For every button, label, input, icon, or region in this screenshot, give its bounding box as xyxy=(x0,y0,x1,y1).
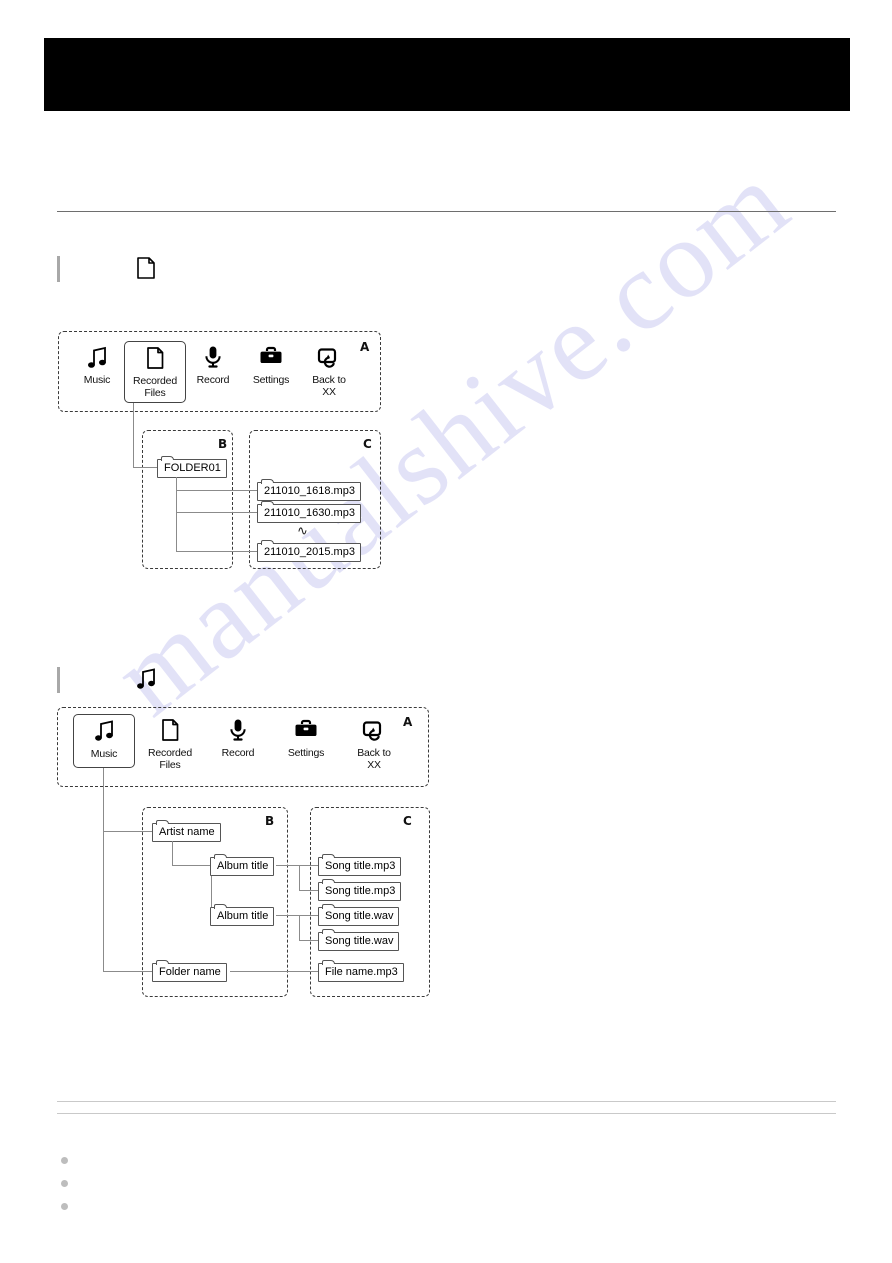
connector xyxy=(172,865,212,867)
document-icon xyxy=(139,718,201,748)
group-c-tag: C xyxy=(403,814,412,828)
album-node-label: Album title xyxy=(217,910,269,922)
connector xyxy=(276,915,320,917)
folder-tab xyxy=(322,879,336,886)
menu-tile-label-line2: Files xyxy=(159,758,181,771)
menu-tile-back-to[interactable]: Back to XX xyxy=(343,718,405,771)
folder-tab xyxy=(214,854,228,861)
toolbox-icon xyxy=(275,718,337,748)
connector xyxy=(276,865,320,867)
menu-tile-settings[interactable]: Settings xyxy=(275,718,337,760)
song-node[interactable]: Song title.mp3 xyxy=(318,854,402,876)
menu-tile-label: Settings xyxy=(287,747,325,759)
divider-bottom-2 xyxy=(57,1113,836,1114)
folder-node[interactable]: Folder name xyxy=(152,960,227,982)
page-root: manualshive.com SONY A xyxy=(0,0,892,1263)
folder-tab xyxy=(322,960,336,967)
bullet-icon xyxy=(61,1157,68,1164)
bullet-icon xyxy=(61,1180,68,1187)
connector xyxy=(172,841,174,866)
diagram-music: A Music Recorded Files Record Settings B… xyxy=(0,0,892,1263)
header-band xyxy=(44,38,850,111)
connector xyxy=(299,940,320,942)
artist-node[interactable]: Artist name xyxy=(152,820,221,842)
menu-tile-music[interactable]: Music xyxy=(73,714,135,768)
file-node[interactable]: File name.mp3 xyxy=(318,960,404,982)
menu-tile-recorded-files[interactable]: Recorded Files xyxy=(139,718,201,771)
song-node[interactable]: Song title.wav xyxy=(318,904,400,926)
music-note-icon xyxy=(74,719,134,749)
menu-tile-label-line2: XX xyxy=(367,758,381,771)
connector xyxy=(103,768,105,972)
group-b-tag: B xyxy=(265,814,275,828)
menu-tile-label: Record xyxy=(221,747,255,759)
folder-tab xyxy=(322,854,336,861)
divider-bottom-1 xyxy=(57,1101,836,1102)
folder-node-label: Folder name xyxy=(159,966,221,978)
connector xyxy=(299,890,320,892)
file-node-label: File name.mp3 xyxy=(325,966,398,978)
folder-tab xyxy=(322,904,336,911)
connector xyxy=(299,865,301,891)
album-node-label: Album title xyxy=(217,860,269,872)
song-node[interactable]: Song title.mp3 xyxy=(318,879,402,901)
album-node[interactable]: Album title xyxy=(210,904,275,926)
bullet-icon xyxy=(61,1203,68,1210)
menu-tile-record[interactable]: Record xyxy=(207,718,269,760)
song-node-label: Song title.mp3 xyxy=(325,885,396,897)
microphone-icon xyxy=(207,718,269,748)
connector xyxy=(299,915,301,941)
connector xyxy=(230,971,320,973)
connector xyxy=(103,971,153,973)
artist-node-label: Artist name xyxy=(159,826,215,838)
folder-tab xyxy=(156,960,170,967)
back-to-screen-icon xyxy=(343,718,405,748)
song-node-label: Song title.wav xyxy=(325,935,394,947)
menu-tile-label-line1: Back to xyxy=(357,747,391,759)
menu-tile-label: Music xyxy=(90,748,118,760)
song-node-label: Song title.mp3 xyxy=(325,860,396,872)
folder-tab xyxy=(214,904,228,911)
folder-tab xyxy=(322,929,336,936)
menu-tile-label-line1: Recorded xyxy=(148,747,192,759)
song-node[interactable]: Song title.wav xyxy=(318,929,400,951)
connector xyxy=(103,831,153,833)
folder-tab xyxy=(156,820,170,827)
album-node[interactable]: Album title xyxy=(210,854,275,876)
song-node-label: Song title.wav xyxy=(325,910,394,922)
